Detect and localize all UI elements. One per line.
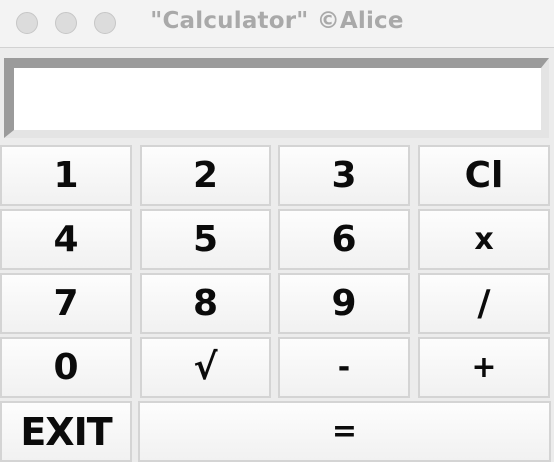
minus-button[interactable]: -: [278, 337, 410, 398]
equals-button[interactable]: =: [138, 401, 551, 462]
key-4-button[interactable]: 4: [0, 209, 132, 270]
key-8-button[interactable]: 8: [140, 273, 271, 334]
square-root-button[interactable]: √: [140, 337, 271, 398]
title-bar[interactable]: "Calculator" ©Alice: [0, 0, 554, 48]
key-7-button[interactable]: 7: [0, 273, 132, 334]
key-6-button[interactable]: 6: [278, 209, 410, 270]
exit-button[interactable]: EXIT: [0, 401, 132, 462]
clear-button[interactable]: Cl: [418, 145, 550, 206]
key-0-button[interactable]: 0: [0, 337, 132, 398]
calculator-window: "Calculator" ©Alice 1 2 3 Cl 4 5 6 x 7 8…: [0, 0, 554, 462]
plus-button[interactable]: +: [418, 337, 550, 398]
key-9-button[interactable]: 9: [278, 273, 410, 334]
key-2-button[interactable]: 2: [140, 145, 271, 206]
window-title: "Calculator" ©Alice: [150, 8, 404, 34]
divide-button[interactable]: /: [418, 273, 550, 334]
calculator-display[interactable]: [4, 58, 549, 138]
key-3-button[interactable]: 3: [278, 145, 410, 206]
key-1-button[interactable]: 1: [0, 145, 132, 206]
multiply-button[interactable]: x: [418, 209, 550, 270]
key-5-button[interactable]: 5: [140, 209, 271, 270]
